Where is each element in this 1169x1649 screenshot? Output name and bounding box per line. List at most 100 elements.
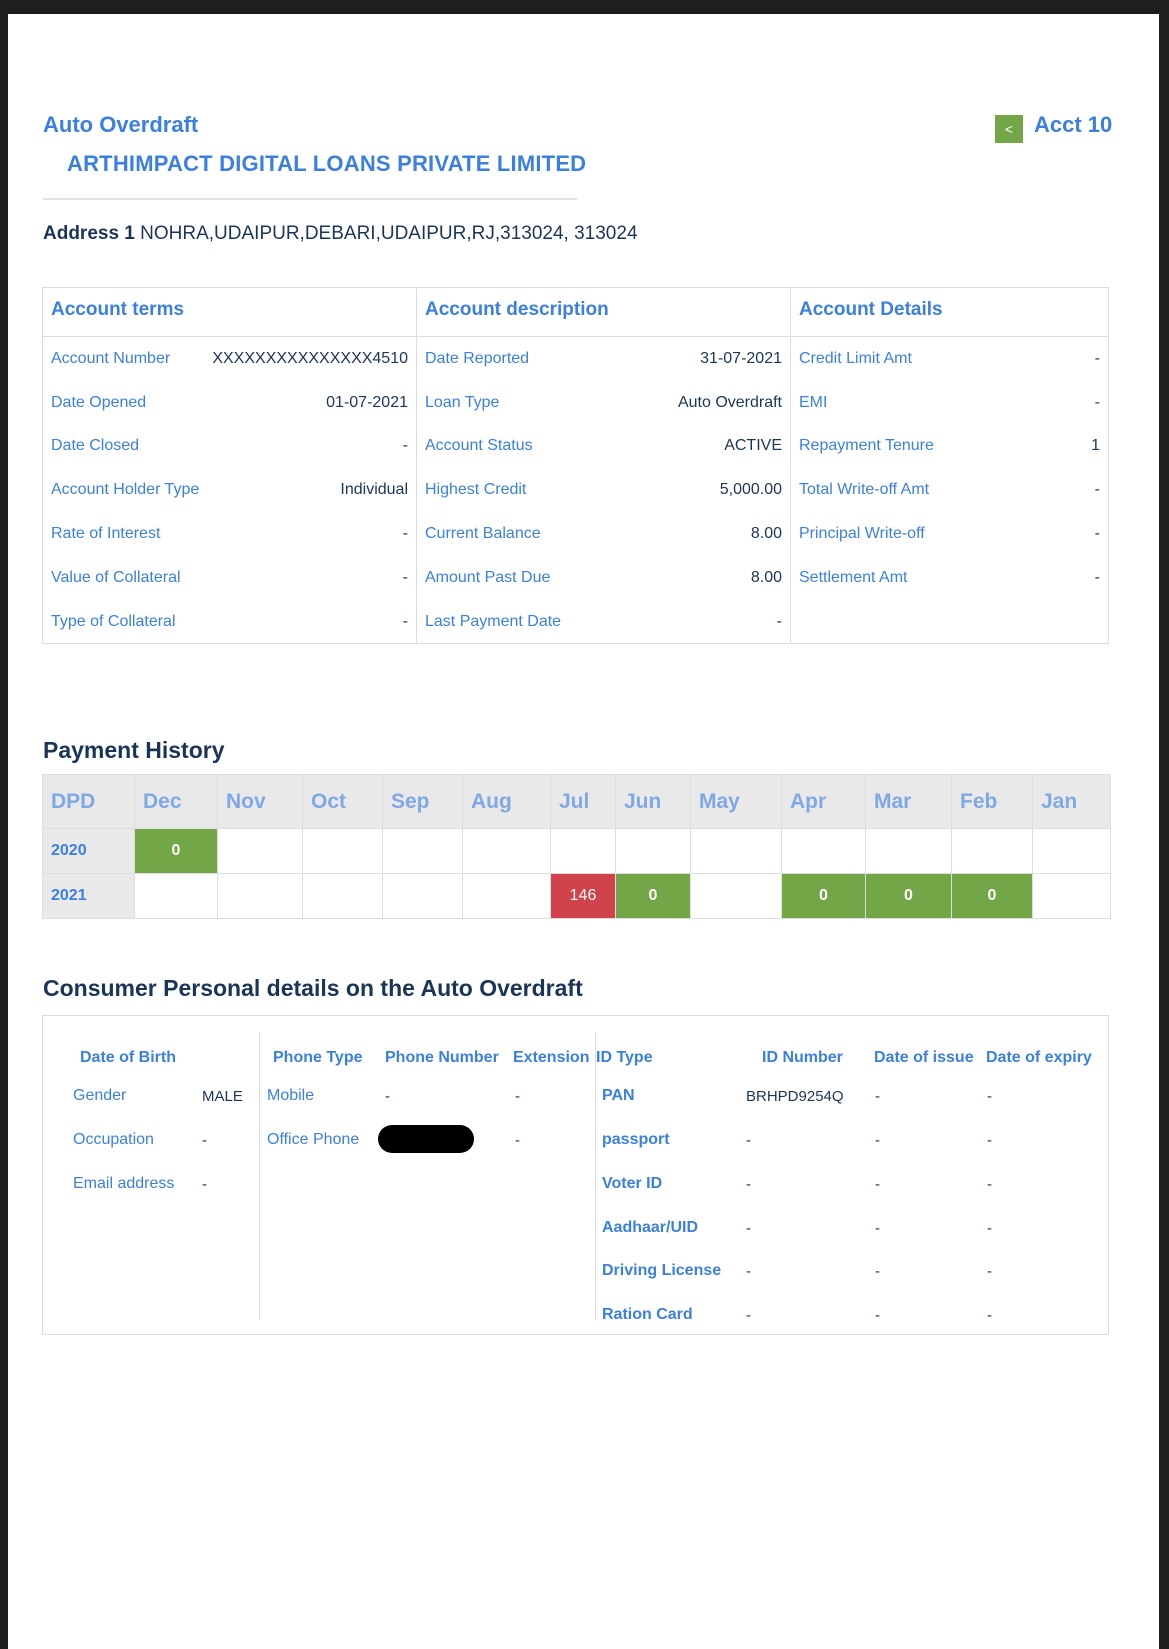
occupation-label: Occupation <box>73 1131 154 1148</box>
details-value: - <box>1094 393 1100 411</box>
description-value: 8.00 <box>750 568 782 586</box>
column-divider <box>259 1032 260 1320</box>
description-key: Account Status <box>425 437 533 455</box>
id-expiry-date: - <box>987 1176 992 1193</box>
month-header: Dec <box>134 774 218 829</box>
account-type-title: Auto Overdraft <box>43 112 199 137</box>
account-index-label: Acct 10 <box>1034 112 1113 137</box>
account-details-column: Account Details Credit Limit Amt - EMI - R… <box>791 288 1108 643</box>
dpd-cell <box>382 873 463 919</box>
previous-account-button[interactable]: < <box>995 115 1023 143</box>
address-line: Address 1 NOHRA,UDAIPUR,DEBARI,UDAIPUR,R… <box>43 223 638 245</box>
terms-value: 01-07-2021 <box>326 393 408 411</box>
description-value: Auto Overdraft <box>677 393 782 411</box>
description-row: Current Balance 8.00 <box>417 512 790 556</box>
id-issue-date: - <box>875 1220 880 1237</box>
terms-value: - <box>402 437 408 455</box>
details-key: Principal Write-off <box>799 525 925 543</box>
date-of-expiry-header: Date of expiry <box>986 1049 1092 1066</box>
description-value: - <box>776 612 782 630</box>
description-row: Last Payment Date - <box>417 600 790 644</box>
dpd-cell <box>550 828 616 874</box>
extension-header: Extension <box>513 1049 590 1066</box>
id-number: - <box>746 1132 751 1149</box>
gender-label: Gender <box>73 1087 127 1104</box>
description-row: Date Reported 31-07-2021 <box>417 337 790 381</box>
terms-row: Type of Collateral - <box>43 600 416 644</box>
phone-number-header: Phone Number <box>385 1049 499 1066</box>
details-key: Credit Limit Amt <box>799 349 912 367</box>
description-key: Date Reported <box>425 349 530 367</box>
description-value: 5,000.00 <box>719 481 782 499</box>
description-row: Highest Credit 5,000.00 <box>417 468 790 512</box>
details-row: Settlement Amt - <box>791 556 1108 600</box>
dpd-cell <box>781 828 866 874</box>
id-number: - <box>746 1307 751 1324</box>
terms-row: Date Opened 01-07-2021 <box>43 381 416 425</box>
dpd-cell: 0 <box>865 873 952 919</box>
payment-history-title: Payment History <box>43 737 225 763</box>
gender-value: MALE <box>202 1088 243 1105</box>
terms-row: Account Number XXXXXXXXXXXXXXX4510 <box>43 337 416 381</box>
details-row: Principal Write-off - <box>791 512 1108 556</box>
details-key: Settlement Amt <box>799 568 908 586</box>
id-issue-date: - <box>875 1307 880 1324</box>
month-header: May <box>690 774 782 829</box>
dpd-cell <box>217 873 303 919</box>
month-header: Jun <box>615 774 691 829</box>
details-value: - <box>1094 525 1100 543</box>
dpd-cell: 0 <box>134 828 218 874</box>
dpd-cell <box>217 828 303 874</box>
id-expiry-date: - <box>987 1132 992 1149</box>
id-issue-date: - <box>875 1176 880 1193</box>
account-description-column: Account description Date Reported 31-07-2… <box>417 288 791 643</box>
details-row: EMI - <box>791 381 1108 425</box>
description-key: Last Payment Date <box>425 612 562 630</box>
terms-key: Value of Collateral <box>51 568 181 586</box>
address-value: NOHRA,UDAIPUR,DEBARI,UDAIPUR,RJ,313024, … <box>140 223 638 244</box>
details-row: Repayment Tenure 1 <box>791 425 1108 469</box>
dob-label: Date of Birth <box>80 1049 176 1066</box>
account-terms-column: Account terms Account Number XXXXXXXXXXXX… <box>43 288 417 643</box>
id-number: BRHPD9254Q <box>746 1088 844 1105</box>
terms-key: Account Holder Type <box>51 481 200 499</box>
phone-type-header: Phone Type <box>273 1049 363 1066</box>
id-number: - <box>746 1263 751 1280</box>
id-issue-date: - <box>875 1088 880 1105</box>
id-type: Driving License <box>602 1262 722 1279</box>
column-divider <box>595 1032 596 1320</box>
dpd-header: DPD <box>42 774 135 829</box>
month-header: Sep <box>382 774 463 829</box>
date-of-issue-header: Date of issue <box>874 1049 974 1066</box>
terms-row: Account Holder Type Individual <box>43 468 416 512</box>
terms-row: Rate of Interest - <box>43 512 416 556</box>
dpd-cell <box>462 828 551 874</box>
description-row: Loan Type Auto Overdraft <box>417 381 790 425</box>
terms-value: - <box>402 568 408 586</box>
account-info-table: Account terms Account Number XXXXXXXXXXXX… <box>42 287 1109 644</box>
details-row: Total Write-off Amt - <box>791 468 1108 512</box>
dpd-cell <box>690 828 782 874</box>
month-header: Apr <box>781 774 866 829</box>
id-expiry-date: - <box>987 1088 992 1105</box>
dpd-cell <box>1032 828 1111 874</box>
description-key: Amount Past Due <box>425 568 551 586</box>
terms-value: XXXXXXXXXXXXXXX4510 <box>212 349 408 367</box>
dpd-cell <box>462 873 551 919</box>
dpd-cell <box>615 828 691 874</box>
id-type-header: ID Type <box>596 1049 653 1066</box>
month-header: Aug <box>462 774 551 829</box>
dpd-cell <box>1032 873 1111 919</box>
details-key: Repayment Tenure <box>799 437 934 455</box>
account-description-heading: Account description <box>417 288 790 337</box>
month-header: Jan <box>1032 774 1111 829</box>
id-expiry-date: - <box>987 1263 992 1280</box>
dpd-cell <box>690 873 782 919</box>
terms-key: Account Number <box>51 349 171 367</box>
id-type: Ration Card <box>602 1306 693 1323</box>
id-number: - <box>746 1176 751 1193</box>
phone-number: - <box>385 1088 390 1105</box>
description-value: 8.00 <box>750 525 782 543</box>
email-value: - <box>202 1176 207 1193</box>
description-row: Amount Past Due 8.00 <box>417 556 790 600</box>
